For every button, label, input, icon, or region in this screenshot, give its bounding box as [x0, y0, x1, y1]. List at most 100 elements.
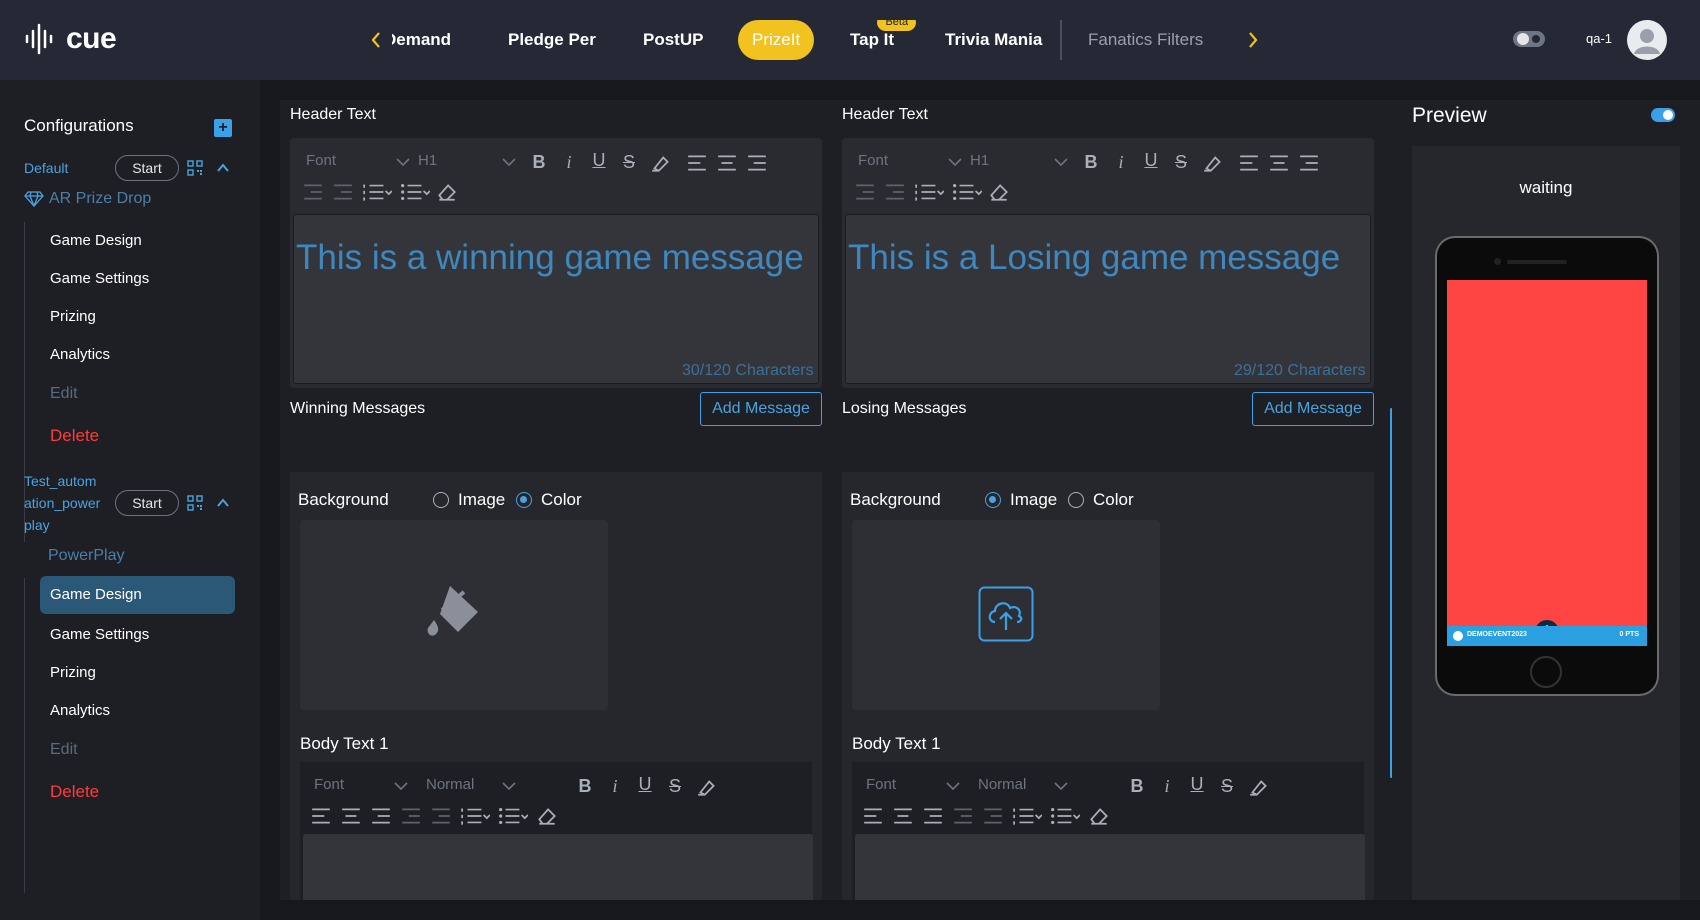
clear-format-eraser-icon[interactable]	[436, 182, 458, 202]
radio-color[interactable]	[516, 492, 532, 508]
ordered-list-icon[interactable]	[362, 182, 392, 202]
start-button-test-automation[interactable]: Start	[115, 490, 179, 516]
background-image-upload[interactable]	[852, 520, 1160, 710]
heading-select[interactable]: H1	[970, 152, 989, 169]
ordered-list-icon[interactable]	[914, 182, 944, 202]
tab-prizeit[interactable]: PrizeIt	[738, 20, 815, 60]
bullet-list-icon[interactable]	[952, 182, 982, 202]
tab-tap-it[interactable]: Tap It Beta	[850, 20, 917, 60]
tab-demand[interactable]: Demand	[392, 20, 451, 60]
radio-color[interactable]	[1068, 492, 1084, 508]
size-select[interactable]: Normal	[978, 776, 1026, 793]
menu-delete[interactable]: Delete	[50, 782, 99, 802]
align-right-icon[interactable]	[746, 153, 768, 173]
chevron-up-icon[interactable]	[216, 161, 230, 175]
strikethrough-icon[interactable]: S	[664, 776, 686, 796]
theme-toggle[interactable]	[1512, 28, 1546, 50]
outdent-icon[interactable]	[400, 806, 422, 826]
bold-icon[interactable]: B	[1080, 152, 1102, 172]
tab-postup[interactable]: PostUP	[643, 20, 703, 60]
avatar[interactable]	[1627, 20, 1667, 60]
header-text-input[interactable]: This is a Losing game message	[845, 214, 1371, 384]
outdent-icon[interactable]	[952, 806, 974, 826]
align-left-icon[interactable]	[862, 806, 884, 826]
clear-format-eraser-icon[interactable]	[988, 182, 1010, 202]
strikethrough-icon[interactable]: S	[618, 152, 640, 172]
indent-icon[interactable]	[982, 806, 1004, 826]
font-select[interactable]: Font	[866, 776, 896, 793]
align-left-icon[interactable]	[310, 806, 332, 826]
align-center-icon[interactable]	[340, 806, 362, 826]
menu-analytics[interactable]: Analytics	[50, 346, 110, 363]
bullet-list-icon[interactable]	[1050, 806, 1080, 826]
font-select[interactable]: Font	[314, 776, 344, 793]
tab-fanatics-filters[interactable]: Fanatics Filters	[1088, 20, 1203, 60]
menu-delete[interactable]: Delete	[50, 426, 99, 446]
start-button-default[interactable]: Start	[115, 155, 179, 181]
underline-icon[interactable]: U	[1186, 774, 1208, 794]
header-text-input[interactable]: This is a winning game message	[293, 214, 819, 384]
outdent-icon[interactable]	[854, 182, 876, 202]
outdent-icon[interactable]	[302, 182, 324, 202]
align-right-icon[interactable]	[922, 806, 944, 826]
add-losing-message-button[interactable]: Add Message	[1252, 392, 1374, 426]
menu-game-settings[interactable]: Game Settings	[50, 626, 149, 643]
italic-icon[interactable]: i	[1156, 776, 1178, 796]
italic-icon[interactable]: i	[558, 152, 580, 172]
underline-icon[interactable]: U	[634, 774, 656, 794]
underline-icon[interactable]: U	[588, 150, 610, 170]
nav-prev-arrow[interactable]	[362, 26, 390, 54]
qr-code-icon[interactable]	[187, 495, 203, 511]
config-name-default[interactable]: Default	[24, 157, 68, 179]
nav-next-arrow[interactable]	[1239, 26, 1267, 54]
align-right-icon[interactable]	[370, 806, 392, 826]
config-name-test-automation-line-1[interactable]: Test_autom	[24, 470, 96, 492]
align-left-icon[interactable]	[686, 153, 708, 173]
radio-image[interactable]	[433, 492, 449, 508]
menu-game-design-active[interactable]: Game Design	[40, 576, 235, 614]
menu-game-design[interactable]: Game Design	[50, 232, 142, 249]
preview-toggle[interactable]	[1651, 108, 1675, 122]
indent-icon[interactable]	[884, 182, 906, 202]
radio-image[interactable]	[985, 492, 1001, 508]
menu-prizing[interactable]: Prizing	[50, 308, 96, 325]
chevron-up-icon[interactable]	[216, 496, 230, 510]
align-center-icon[interactable]	[716, 153, 738, 173]
clear-format-eraser-icon[interactable]	[1088, 806, 1110, 826]
indent-icon[interactable]	[430, 806, 452, 826]
bold-icon[interactable]: B	[528, 152, 550, 172]
clear-format-eraser-icon[interactable]	[536, 806, 558, 826]
tab-pledge-per[interactable]: Pledge Per	[508, 20, 596, 60]
menu-edit[interactable]: Edit	[50, 741, 78, 759]
underline-icon[interactable]: U	[1140, 150, 1162, 170]
background-color-picker[interactable]	[300, 520, 608, 710]
strikethrough-icon[interactable]: S	[1170, 152, 1192, 172]
highlighter-icon[interactable]	[1248, 777, 1270, 797]
highlighter-icon[interactable]	[1202, 153, 1224, 173]
ordered-list-icon[interactable]	[460, 806, 490, 826]
highlighter-icon[interactable]	[650, 153, 672, 173]
align-center-icon[interactable]	[892, 806, 914, 826]
strikethrough-icon[interactable]: S	[1216, 776, 1238, 796]
bold-icon[interactable]: B	[574, 776, 596, 796]
add-configuration-button[interactable]: +	[214, 119, 232, 137]
ordered-list-icon[interactable]	[1012, 806, 1042, 826]
cue-logo[interactable]: cue	[24, 22, 117, 56]
heading-select[interactable]: H1	[418, 152, 437, 169]
size-select[interactable]: Normal	[426, 776, 474, 793]
body-text-input[interactable]	[855, 834, 1365, 900]
qr-code-icon[interactable]	[187, 160, 203, 176]
highlighter-icon[interactable]	[696, 777, 718, 797]
indent-icon[interactable]	[332, 182, 354, 202]
menu-game-settings[interactable]: Game Settings	[50, 270, 149, 287]
body-text-input[interactable]	[303, 834, 813, 900]
bold-icon[interactable]: B	[1126, 776, 1148, 796]
font-select[interactable]: Font	[306, 152, 336, 169]
menu-analytics[interactable]: Analytics	[50, 702, 110, 719]
bullet-list-icon[interactable]	[498, 806, 528, 826]
italic-icon[interactable]: i	[1110, 152, 1132, 172]
config-name-test-automation-line-2[interactable]: ation_power	[24, 492, 100, 514]
align-right-icon[interactable]	[1298, 153, 1320, 173]
menu-prizing[interactable]: Prizing	[50, 664, 96, 681]
add-winning-message-button[interactable]: Add Message	[700, 392, 822, 426]
